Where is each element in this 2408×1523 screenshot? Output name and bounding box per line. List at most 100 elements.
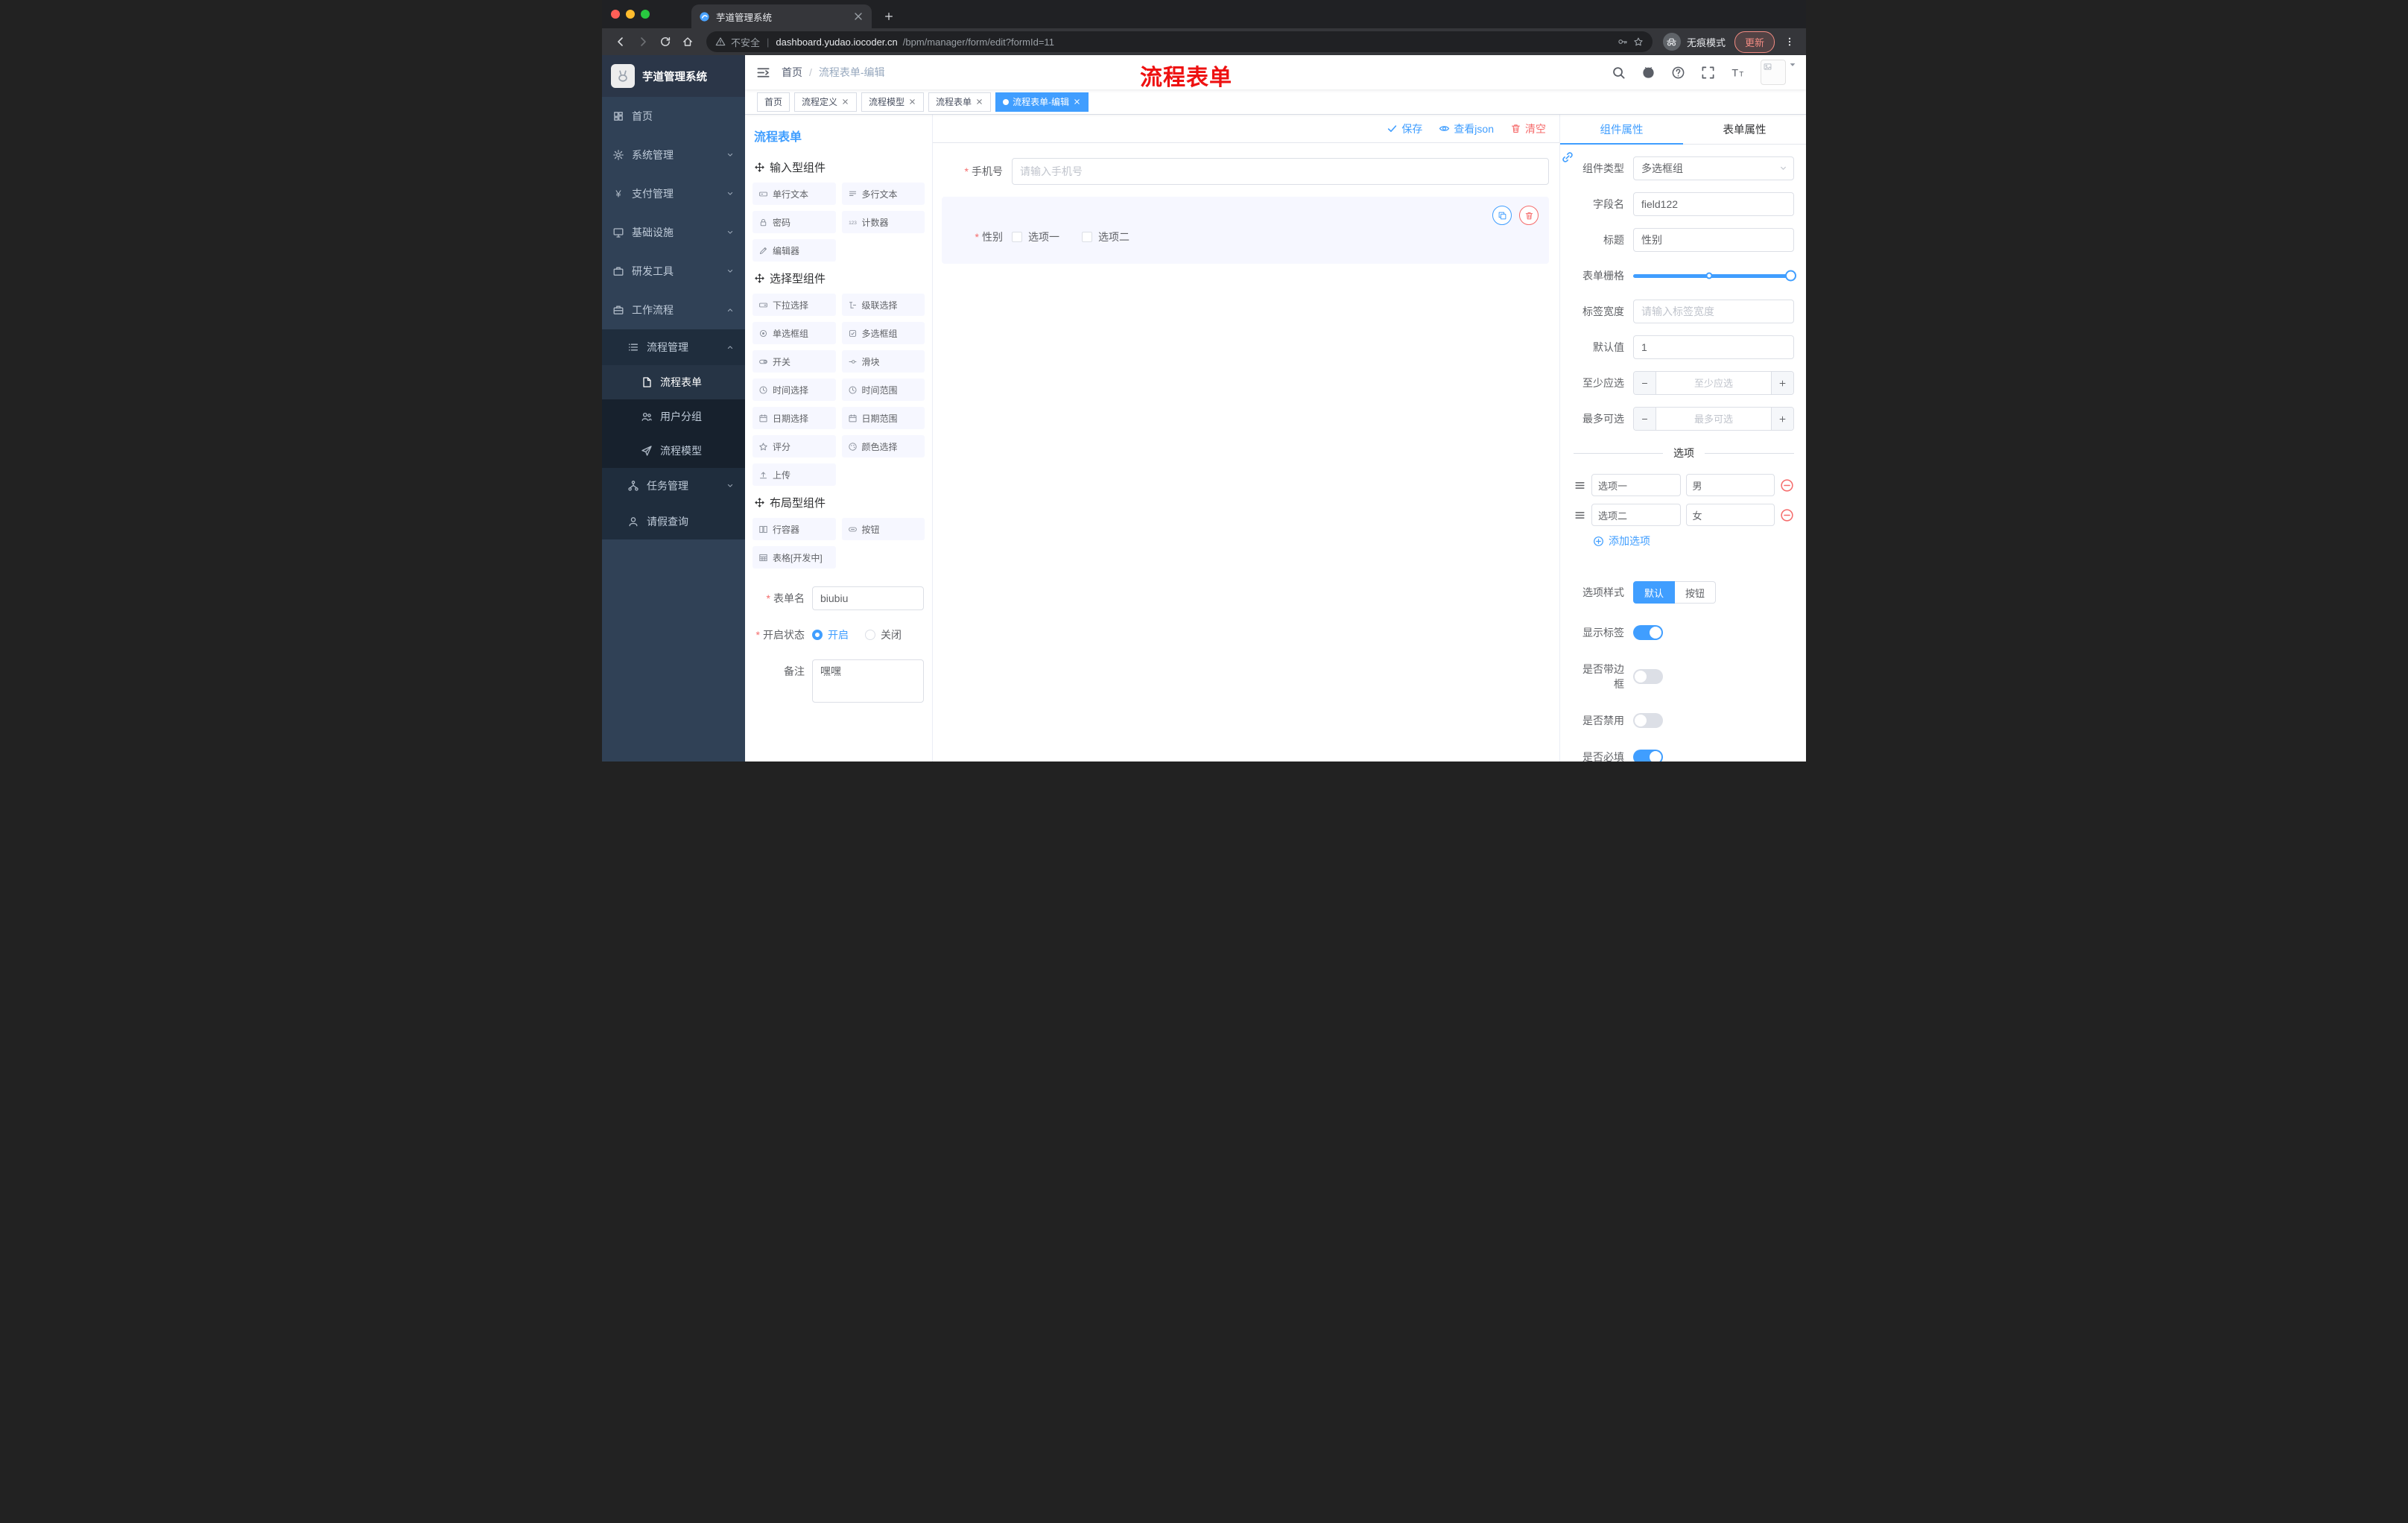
address-bar[interactable]: 不安全 | dashboard.yudao.iocoder.cn/bpm/man… (706, 31, 1653, 52)
palette-item-cascader[interactable]: 级联选择 (841, 294, 925, 316)
decrease-button[interactable] (1634, 372, 1656, 394)
palette-item-editor[interactable]: 编辑器 (752, 239, 836, 262)
palette-item-upload[interactable]: 上传 (752, 463, 836, 486)
form-name-input[interactable] (812, 586, 924, 610)
palette-item-switch[interactable]: 开关 (752, 350, 836, 373)
option-drag-icon[interactable] (1574, 509, 1586, 522)
palette-item-time-range[interactable]: 时间范围 (841, 379, 925, 401)
browser-update-button[interactable]: 更新 (1734, 31, 1775, 53)
remove-option-button[interactable] (1780, 478, 1794, 493)
palette-item-button[interactable]: 按钮 (841, 518, 925, 540)
new-tab-button[interactable] (879, 7, 899, 26)
sidebar-item-process-model[interactable]: 流程模型 (602, 434, 745, 468)
palette-item-time-picker[interactable]: 时间选择 (752, 379, 836, 401)
sidebar-item-leave-query[interactable]: 请假查询 (602, 504, 745, 539)
key-icon[interactable] (1618, 37, 1628, 47)
close-icon[interactable] (975, 98, 983, 106)
sidebar-toggle-button[interactable] (745, 66, 782, 80)
palette-item-row-container[interactable]: 行容器 (752, 518, 836, 540)
component-type-value[interactable] (1633, 156, 1794, 180)
window-minimize-button[interactable] (626, 10, 635, 19)
sidebar-item-home[interactable]: 首页 (602, 97, 745, 136)
option-style-default-button[interactable]: 默认 (1633, 581, 1676, 604)
forward-button[interactable] (632, 31, 654, 53)
reload-button[interactable] (654, 31, 677, 53)
palette-item-rate[interactable]: 评分 (752, 435, 836, 457)
browser-menu-button[interactable] (1781, 33, 1799, 51)
help-icon[interactable] (1671, 66, 1685, 80)
palette-item-date-picker[interactable]: 日期选择 (752, 407, 836, 429)
window-close-button[interactable] (611, 10, 620, 19)
breadcrumb-home[interactable]: 首页 (782, 65, 802, 80)
status-off-radio[interactable]: 关闭 (865, 623, 902, 647)
form-remark-textarea[interactable]: 嘿嘿 (812, 659, 924, 703)
add-option-button[interactable]: 添加选项 (1593, 533, 1794, 548)
phone-input[interactable] (1012, 158, 1549, 185)
palette-item-single-line-text[interactable]: 单行文本 (752, 183, 836, 205)
option-drag-icon[interactable] (1574, 479, 1586, 492)
browser-tab[interactable]: 芋道管理系统 (691, 4, 872, 28)
remove-option-button[interactable] (1780, 508, 1794, 522)
copy-widget-button[interactable] (1492, 206, 1512, 225)
grid-slider[interactable] (1633, 264, 1796, 288)
increase-button[interactable] (1771, 408, 1793, 430)
tag-process-model[interactable]: 流程模型 (861, 92, 925, 112)
component-type-select[interactable] (1633, 156, 1794, 180)
tag-process-form[interactable]: 流程表单 (928, 92, 992, 112)
palette-item-date-range[interactable]: 日期范围 (841, 407, 925, 429)
sidebar-item-workflow[interactable]: 工作流程 (602, 291, 745, 329)
window-zoom-button[interactable] (641, 10, 650, 19)
sidebar-item-devtools[interactable]: 研发工具 (602, 252, 745, 291)
field-name-input[interactable] (1633, 192, 1794, 216)
sidebar-item-infrastructure[interactable]: 基础设施 (602, 213, 745, 252)
field-phone[interactable]: 手机号 (942, 158, 1549, 185)
delete-widget-button[interactable] (1519, 206, 1539, 225)
palette-item-color-picker[interactable]: 颜色选择 (841, 435, 925, 457)
search-icon[interactable] (1612, 66, 1626, 80)
tag-home[interactable]: 首页 (757, 92, 790, 112)
disabled-switch[interactable] (1633, 713, 1663, 728)
clear-button[interactable]: 清空 (1510, 121, 1546, 136)
max-select-input[interactable] (1656, 408, 1771, 430)
slider-handle[interactable] (1785, 270, 1796, 282)
fullscreen-icon[interactable] (1701, 66, 1715, 80)
show-label-switch[interactable] (1633, 625, 1663, 640)
selected-widget-gender[interactable]: 性别 选项一 选项二 (942, 197, 1549, 264)
palette-item-table[interactable]: 表格[开发中] (752, 546, 836, 569)
option-1-label-input[interactable] (1591, 474, 1681, 496)
option-1-value-input[interactable] (1685, 474, 1775, 496)
home-button[interactable] (677, 31, 699, 53)
decrease-button[interactable] (1634, 408, 1656, 430)
gender-option-1-checkbox[interactable]: 选项一 (1012, 229, 1059, 244)
gender-option-2-checkbox[interactable]: 选项二 (1082, 229, 1129, 244)
close-icon[interactable] (841, 98, 849, 106)
form-canvas[interactable]: 手机号 性别 选项一 (933, 143, 1559, 762)
required-switch[interactable] (1633, 750, 1663, 762)
github-icon[interactable] (1641, 66, 1656, 80)
palette-item-select[interactable]: 下拉选择 (752, 294, 836, 316)
palette-item-counter[interactable]: 计数器 (841, 211, 925, 233)
tab-close-icon[interactable] (852, 10, 864, 22)
palette-item-multi-line-text[interactable]: 多行文本 (841, 183, 925, 205)
tab-form-props[interactable]: 表单属性 (1683, 115, 1806, 144)
sidebar-item-payment[interactable]: 支付管理 (602, 174, 745, 213)
palette-item-slider[interactable]: 滑块 (841, 350, 925, 373)
border-switch[interactable] (1633, 669, 1663, 684)
option-style-button-button[interactable]: 按钮 (1675, 581, 1717, 604)
option-2-label-input[interactable] (1591, 504, 1681, 526)
sidebar-item-system[interactable]: 系统管理 (602, 136, 745, 174)
default-value-input[interactable] (1633, 335, 1794, 359)
palette-item-checkbox-group[interactable]: 多选框组 (841, 322, 925, 344)
close-icon[interactable] (1073, 98, 1081, 106)
increase-button[interactable] (1771, 372, 1793, 394)
sidebar-item-task-management[interactable]: 任务管理 (602, 468, 745, 504)
tab-component-props[interactable]: 组件属性 (1560, 115, 1683, 145)
tag-process-form-edit[interactable]: 流程表单-编辑 (995, 92, 1089, 112)
sidebar-item-process-management[interactable]: 流程管理 (602, 329, 745, 365)
user-menu[interactable] (1761, 60, 1797, 85)
status-on-radio[interactable]: 开启 (812, 623, 849, 647)
palette-item-password[interactable]: 密码 (752, 211, 836, 233)
label-width-input[interactable] (1633, 300, 1794, 323)
app-logo[interactable]: 芋道管理系统 (602, 55, 745, 97)
sidebar-item-process-form[interactable]: 流程表单 (602, 365, 745, 399)
